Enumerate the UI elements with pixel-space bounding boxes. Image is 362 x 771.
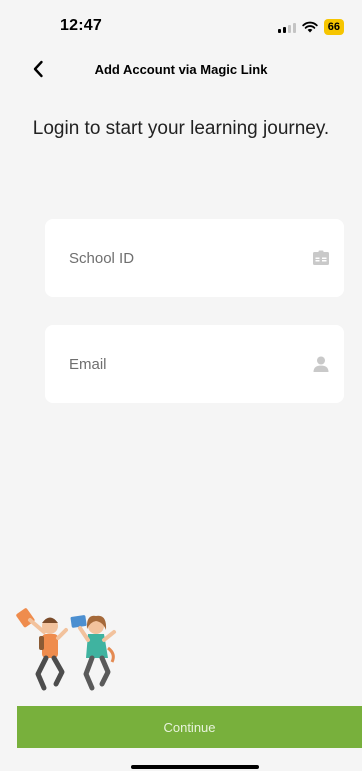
status-time: 12:47 <box>60 17 102 34</box>
email-field[interactable] <box>45 325 344 403</box>
email-input[interactable] <box>69 325 289 403</box>
students-jumping-illustration <box>16 608 116 691</box>
continue-button[interactable]: Continue <box>17 706 362 748</box>
id-card-icon <box>313 250 329 265</box>
page-title: Add Account via Magic Link <box>94 62 268 77</box>
school-id-input[interactable] <box>69 219 289 297</box>
navigation-bar: Add Account via Magic Link <box>0 54 362 84</box>
wifi-icon <box>302 21 318 33</box>
school-id-field[interactable] <box>45 219 344 297</box>
status-bar: 12:47 66 <box>0 0 362 44</box>
home-indicator <box>131 765 259 769</box>
person-icon <box>313 356 329 372</box>
signal-icon <box>277 22 296 33</box>
status-indicators: 66 <box>277 19 344 35</box>
headline: Login to start your learning journey. <box>32 118 330 139</box>
battery-indicator: 66 <box>323 19 344 35</box>
